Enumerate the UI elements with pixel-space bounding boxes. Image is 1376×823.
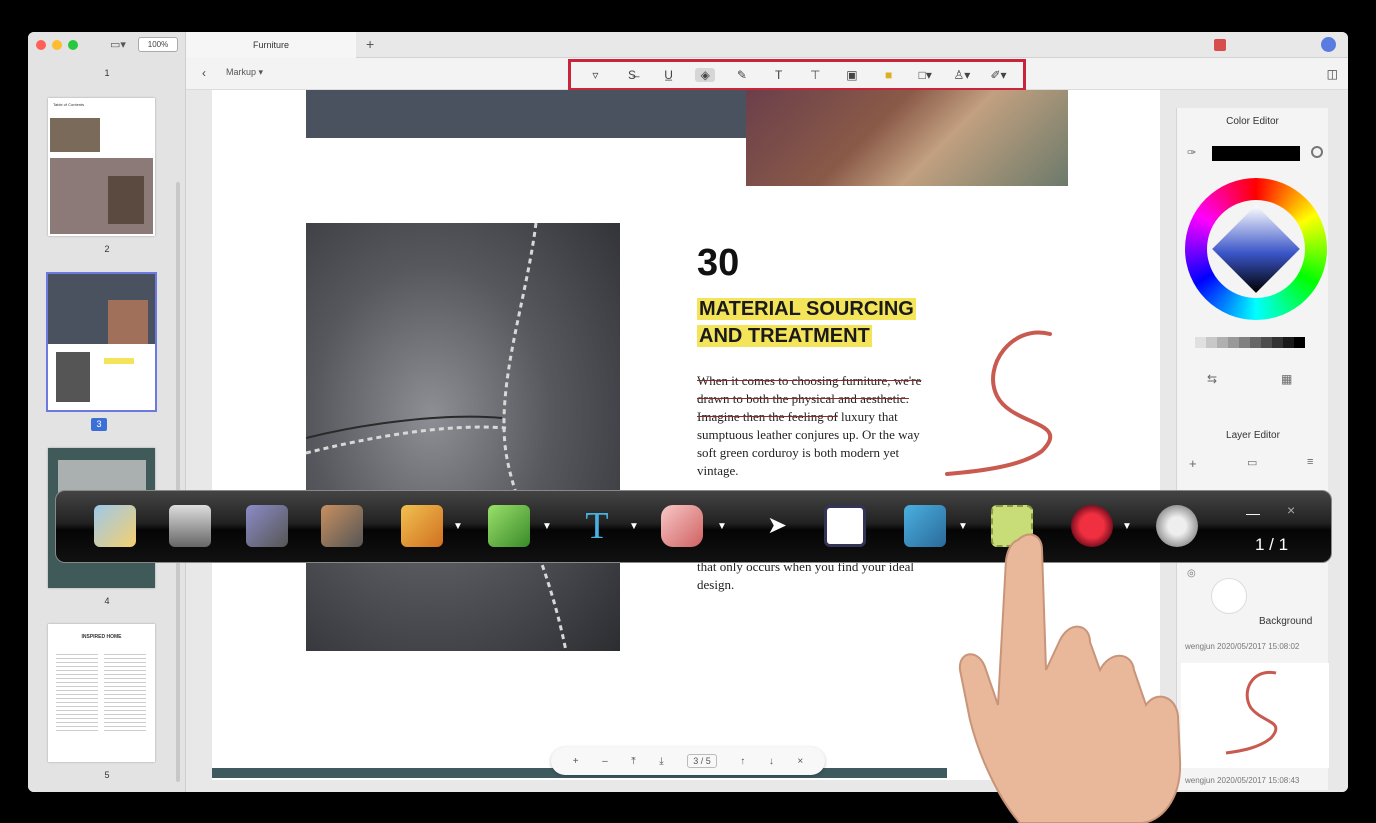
sliders-icon[interactable]: ⇆ [1207,372,1217,386]
layer-menu-icon[interactable]: ≡ [1307,456,1313,468]
minimize-window-button[interactable] [52,40,62,50]
sidebar-scrollbar[interactable] [176,182,180,782]
thumb-title: INSPIRED HOME [81,634,122,640]
shape-icon[interactable]: □▾ [915,68,935,82]
previous-page-icon[interactable]: ⤓ [659,756,663,767]
pencil-icon[interactable] [401,505,443,547]
color-editor-title: Color Editor [1226,116,1279,127]
gray-swatches[interactable] [1195,337,1305,348]
highlighter-caret-icon[interactable]: ▼ [542,521,552,532]
select-arrow-icon[interactable]: ➤ [756,505,798,547]
page-label-3: 3 [91,418,107,431]
section-heading: MATERIAL SOURCING AND TREATMENT [697,298,916,347]
background-label: Background [1259,616,1313,627]
page-thumbnail-2[interactable]: Table of Contents [48,98,155,236]
page-thumbnail-sidebar: ▭▾ 100% 1 Table of Contents 2 3 4 INSPIR… [28,32,186,792]
text-icon[interactable]: T [576,505,618,547]
leather-photo [306,223,620,651]
app-grid-icon[interactable] [1214,39,1226,51]
eyedropper-icon[interactable]: ✑ [1187,146,1196,159]
color-picker-diamond[interactable] [1212,205,1300,293]
sticky-note-icon[interactable]: ■ [879,68,899,82]
wiper-icon[interactable] [904,505,946,547]
layer-editor-title: Layer Editor [1226,430,1280,441]
eraser-icon[interactable] [661,505,703,547]
close-nav-button[interactable]: × [797,756,803,767]
color-mode-icon[interactable] [1311,146,1323,158]
redo-icon[interactable] [321,505,363,547]
markup-mode-select[interactable]: Markup ▾ [226,67,263,78]
freehand-annotation[interactable] [942,326,1072,486]
close-window-button[interactable] [36,40,46,50]
callout-icon[interactable]: ▣ [842,68,862,82]
highlight-icon[interactable]: ▿ [585,68,605,82]
underline-icon[interactable]: U̲ [659,68,679,82]
whiteboard-page-indicator: 1 / 1 [1255,535,1289,554]
workshop-photo [746,90,1068,186]
zoom-out-button[interactable]: – [602,756,608,767]
eraser-icon[interactable]: ◈ [695,68,716,82]
textbox-icon[interactable]: ⊤ [805,68,825,82]
next-page-icon[interactable]: ↑ [740,756,745,767]
last-page-icon[interactable]: ↓ [769,756,774,767]
zoom-select[interactable]: 100% [138,37,178,52]
page-navigation-bar: + – ⤒ ⤓ 3 / 5 ↑ ↓ × [551,747,825,775]
section-number: 30 [697,242,740,284]
page-label-5: 5 [104,770,110,780]
color-wheel[interactable] [1185,178,1327,320]
tab-document[interactable]: Furniture [186,32,356,58]
add-layer-icon[interactable]: + [1189,456,1197,471]
page-thumbnail-5[interactable]: INSPIRED HOME [48,624,155,762]
eraser-caret-icon[interactable]: ▼ [717,521,727,532]
page-label-2: 2 [104,244,110,254]
zoom-window-button[interactable] [68,40,78,50]
undo-icon[interactable] [246,505,288,547]
text-icon[interactable]: T [769,68,789,82]
minimize-button[interactable]: — [1246,505,1260,521]
strikethrough-icon[interactable]: S̶ [622,68,642,82]
pencil-caret-icon[interactable]: ▼ [453,521,463,532]
save-icon[interactable] [169,505,211,547]
highlighter-icon[interactable] [488,505,530,547]
window-controls [36,40,78,50]
hand-overlay [958,533,1182,823]
new-page-icon[interactable] [94,505,136,547]
background-layer-thumb[interactable] [1211,578,1247,614]
body-paragraph: When it comes to choosing furniture, we'… [697,372,942,480]
right-panel-toggle-icon[interactable]: ◫ [1327,67,1338,81]
swatch-grid-icon[interactable]: ▦ [1281,372,1292,386]
thumb-title: Table of Contents [53,102,85,107]
tab-bar: Furniture + [186,32,1348,58]
new-tab-button[interactable]: + [366,36,374,52]
page-label-4: 4 [104,596,110,606]
pencil-icon[interactable]: ✎ [732,68,752,82]
signature-icon[interactable]: ✐▾ [989,68,1009,82]
header-band [306,90,748,138]
markup-tools-group: ▿ S̶ U̲ ◈ ✎ T ⊤ ▣ ■ □▾ ♙▾ ✐▾ [568,59,1026,91]
sidebar-toggle-icon[interactable]: ▭▾ [110,38,126,51]
user-avatar-icon[interactable] [1321,37,1336,52]
stamp-icon[interactable]: ♙▾ [952,68,972,82]
first-page-icon[interactable]: ⤒ [631,756,635,767]
markup-toolbar: ‹ Markup ▾ ▿ S̶ U̲ ◈ ✎ T ⊤ ▣ ■ □▾ ♙▾ ✐▾ … [186,58,1348,91]
close-button[interactable]: × [1287,502,1295,518]
page-thumbnail-3[interactable] [46,272,157,412]
page-indicator[interactable]: 3 / 5 [687,754,717,768]
page-label-1: 1 [104,68,110,78]
text-caret-icon[interactable]: ▼ [629,521,639,532]
current-color-swatch[interactable] [1212,146,1300,161]
zoom-in-button[interactable]: + [573,756,579,767]
back-icon[interactable]: ‹ [202,66,206,80]
save-layer-icon[interactable]: ▭ [1247,456,1257,469]
whiteboard-icon[interactable] [824,505,866,547]
body-paragraph-end: that only occurs when you find your idea… [697,559,914,592]
